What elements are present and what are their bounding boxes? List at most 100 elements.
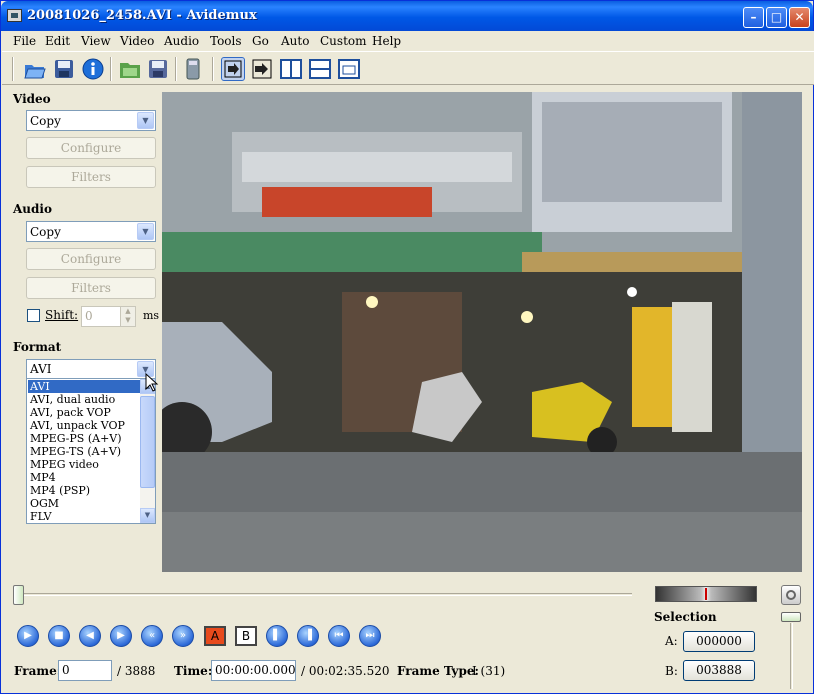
marker-a-button[interactable]: A	[204, 626, 226, 646]
marker-b-button[interactable]: B	[235, 626, 257, 646]
app-icon	[7, 9, 22, 22]
goto-end-button[interactable]: ⏭	[359, 625, 381, 647]
frame-total: / 3888	[117, 664, 156, 678]
timeline-thumb[interactable]	[13, 585, 24, 605]
format-option[interactable]: AVI, pack VOP	[28, 406, 140, 419]
format-option[interactable]: MP4 (PSP)	[28, 484, 140, 497]
window-view-icon[interactable]	[337, 57, 361, 81]
open-folder-icon[interactable]	[118, 57, 142, 81]
toolbar	[2, 51, 814, 85]
format-option[interactable]: AVI, unpack VOP	[28, 419, 140, 432]
top-bottom-icon[interactable]	[308, 57, 332, 81]
timeline-track[interactable]	[14, 593, 632, 596]
format-dropdown-list: AVI AVI, dual audio AVI, pack VOP AVI, u…	[26, 378, 156, 524]
close-button[interactable]: ✕	[789, 7, 810, 28]
input-preview-icon[interactable]	[221, 57, 245, 81]
audio-filters-button[interactable]: Filters	[26, 277, 156, 299]
menu-view[interactable]: View	[81, 34, 111, 48]
audio-codec-select[interactable]: Copy ▼	[26, 221, 156, 242]
main-window: 20081026_2458.AVI - Avidemux – □ ✕ File …	[0, 0, 814, 694]
next-frame-button[interactable]: ▶	[110, 625, 132, 647]
toolbar-grip	[12, 57, 14, 81]
audio-section-label: Audio	[13, 202, 52, 216]
minimize-button[interactable]: –	[743, 7, 764, 28]
audio-configure-button[interactable]: Configure	[26, 248, 156, 270]
format-option[interactable]: AVI, dual audio	[28, 393, 140, 406]
format-value: AVI	[30, 362, 52, 376]
menu-help[interactable]: Help	[372, 34, 401, 48]
video-filters-button[interactable]: Filters	[26, 166, 156, 188]
time-input[interactable]: 00:00:00.000	[211, 660, 296, 681]
format-option[interactable]: FLV	[28, 510, 140, 523]
goto-start-button[interactable]: ⏮	[328, 625, 350, 647]
selection-b-label: B:	[665, 664, 678, 678]
menu-bar: File Edit View Video Audio Tools Go Auto…	[2, 31, 814, 51]
volume-thumb[interactable]	[781, 612, 801, 622]
menu-custom[interactable]: Custom	[320, 34, 367, 48]
menu-tools[interactable]: Tools	[210, 34, 242, 48]
selection-label: Selection	[654, 610, 717, 624]
output-preview-icon[interactable]	[250, 57, 274, 81]
selection-a-label: A:	[665, 634, 678, 648]
calculator-icon[interactable]	[181, 57, 205, 81]
format-option[interactable]: MPEG-TS (A+V)	[28, 445, 140, 458]
window-title: 20081026_2458.AVI - Avidemux	[27, 8, 257, 23]
prev-frame-button[interactable]: ◀	[79, 625, 101, 647]
shift-unit: ms	[143, 309, 160, 322]
next-keyframe-button[interactable]: »	[172, 625, 194, 647]
maximize-button[interactable]: □	[766, 7, 787, 28]
jog-shuttle[interactable]	[655, 586, 757, 602]
video-codec-value: Copy	[30, 114, 61, 128]
frame-label: Frame:	[14, 664, 62, 678]
time-label: Time:	[174, 664, 213, 678]
scroll-thumb[interactable]	[140, 396, 155, 488]
format-option[interactable]: OGM	[28, 497, 140, 510]
selection-b-button[interactable]: 003888	[683, 660, 755, 681]
menu-video[interactable]: Video	[120, 34, 154, 48]
info-icon[interactable]	[81, 57, 105, 81]
frame-input[interactable]: 0	[58, 660, 112, 681]
frame-type-label: Frame Type:	[397, 664, 479, 678]
goto-b-button[interactable]: ▐	[297, 625, 319, 647]
open-icon[interactable]	[23, 57, 47, 81]
video-frame-image	[162, 92, 802, 572]
stop-button[interactable]: ■	[48, 625, 70, 647]
video-codec-select[interactable]: Copy ▼	[26, 110, 156, 131]
chevron-down-icon[interactable]: ▼	[137, 223, 154, 240]
toolbar-separator	[175, 57, 177, 81]
volume-icon[interactable]	[781, 585, 801, 605]
format-list-scrollbar[interactable]: ▲ ▼	[140, 379, 155, 523]
chevron-down-icon[interactable]: ▼	[137, 112, 154, 129]
format-select[interactable]: AVI ▼	[26, 359, 156, 379]
video-section-label: Video	[13, 92, 51, 106]
volume-track[interactable]	[790, 623, 793, 689]
frame-type-value: I (31)	[472, 664, 506, 678]
toolbar-separator	[212, 57, 214, 81]
menu-auto[interactable]: Auto	[281, 34, 309, 48]
side-by-side-icon[interactable]	[279, 57, 303, 81]
video-preview	[162, 92, 802, 572]
prev-keyframe-button[interactable]: «	[141, 625, 163, 647]
menu-go[interactable]: Go	[252, 34, 269, 48]
shift-checkbox[interactable]	[27, 309, 40, 322]
video-configure-button[interactable]: Configure	[26, 137, 156, 159]
goto-a-button[interactable]: ▌	[266, 625, 288, 647]
save-icon[interactable]	[52, 57, 76, 81]
format-option[interactable]: MPEG-PS (A+V)	[28, 432, 140, 445]
format-option[interactable]: MPEG video	[28, 458, 140, 471]
save-video-icon[interactable]	[146, 57, 170, 81]
format-option[interactable]: AVI	[28, 380, 140, 393]
time-total: / 00:02:35.520	[301, 664, 390, 678]
menu-file[interactable]: File	[13, 34, 36, 48]
audio-codec-value: Copy	[30, 225, 61, 239]
format-option[interactable]: MP4	[28, 471, 140, 484]
shift-spinner[interactable]: ▲ ▼	[120, 307, 135, 326]
title-bar: 20081026_2458.AVI - Avidemux – □ ✕	[1, 1, 813, 31]
menu-audio[interactable]: Audio	[164, 34, 199, 48]
menu-edit[interactable]: Edit	[45, 34, 70, 48]
jog-indicator	[705, 588, 707, 600]
play-button[interactable]: ▶	[17, 625, 39, 647]
toolbar-separator	[110, 57, 112, 81]
selection-a-button[interactable]: 000000	[683, 631, 755, 652]
scroll-down-icon[interactable]: ▼	[140, 508, 155, 523]
